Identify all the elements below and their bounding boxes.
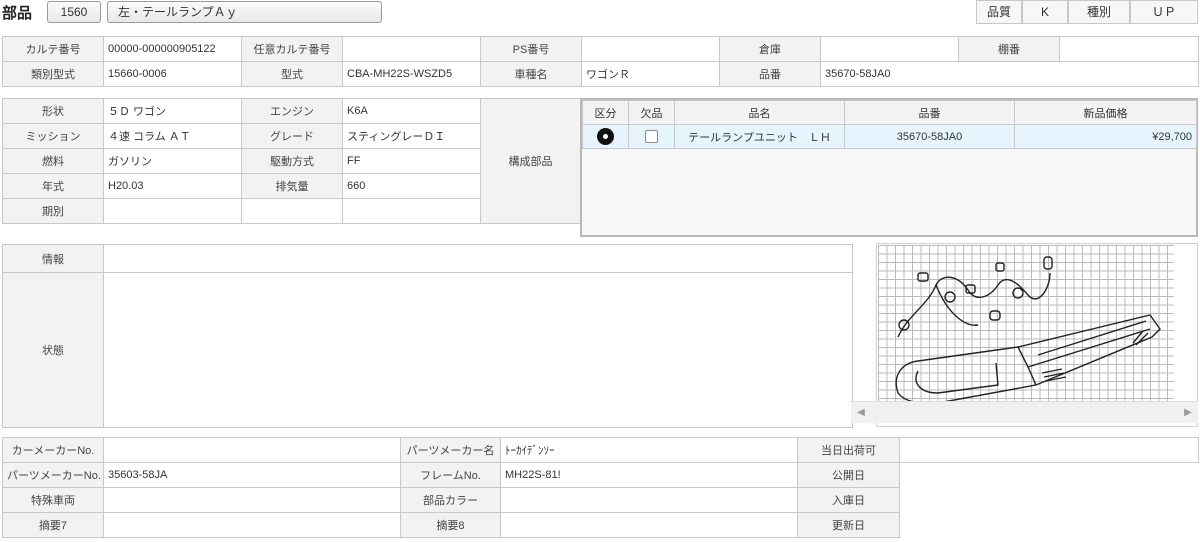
up-button[interactable]: ＵＰ (1130, 0, 1198, 24)
drive-label: 駆動方式 (241, 148, 343, 174)
col-part-name: 品名 (674, 100, 845, 125)
period-value (103, 198, 242, 224)
ship-today-value (899, 437, 1199, 463)
ship-today-label: 当日出荷可 (797, 437, 900, 463)
disc-icon (597, 128, 614, 145)
arrival-date-value (899, 487, 1199, 513)
part-code-box[interactable]: 1560 (47, 1, 101, 23)
special-vehicle-value (103, 487, 401, 513)
part-no-value: 35670-58JA0 (820, 61, 1199, 87)
part-name-box[interactable]: 左・テールランプＡｙ (107, 1, 382, 23)
parts-maker-name-label: パーツメーカー名 (400, 437, 501, 463)
model-label: 型式 (241, 61, 343, 87)
memo8-label: 摘要8 (400, 512, 501, 538)
model-value: CBA-MH22S-WSZD5 (342, 61, 481, 87)
year-label: 年式 (2, 173, 104, 199)
part-color-value (500, 487, 798, 513)
mission-value: ４速 コラム ＡＴ (103, 123, 242, 149)
ps-no-label: PS番号 (480, 36, 582, 62)
image-scrollbar[interactable]: ◀ ▶ (851, 401, 1198, 423)
special-vehicle-label: 特殊車両 (2, 487, 104, 513)
parts-maker-no-label: パーツメーカーNo. (2, 462, 104, 488)
year-value: H20.03 (103, 173, 242, 199)
memo7-label: 摘要7 (2, 512, 104, 538)
arrival-date-label: 入庫日 (797, 487, 900, 513)
part-image-grid (878, 245, 1174, 405)
engine-label: エンジン (241, 98, 343, 124)
shelf-value (1059, 36, 1199, 62)
fuel-value: ガソリン (103, 148, 242, 174)
update-date-label: 更新日 (797, 512, 900, 538)
components-table: 区分 欠品 品名 品番 新品価格 テールランプユニット ＬＨ 35670-58J… (582, 100, 1197, 149)
notes-table: 情報 状態 (2, 244, 853, 428)
col-part-no: 品番 (844, 100, 1015, 125)
spec-table: 形状 ５Ｄ ワゴン エンジン K6A 構成部品 ミッション ４速 コラム ＡＴ … (2, 98, 581, 224)
part-color-label: 部品カラー (400, 487, 501, 513)
displacement-value: 660 (342, 173, 481, 199)
arrow-right-icon[interactable]: ▶ (1178, 402, 1198, 424)
parts-maker-no-value: 35603-58JA (103, 462, 401, 488)
tail-lamp-drawing (895, 256, 1161, 405)
parts-maker-name-value: ﾄｰｶｲﾃﾞﾝｿｰ (500, 437, 798, 463)
class-model-label: 類別型式 (2, 61, 104, 87)
frame-no-label: フレームNo. (400, 462, 501, 488)
class-model-value: 15660-0006 (103, 61, 242, 87)
fuel-label: 燃料 (2, 148, 104, 174)
col-category: 区分 (582, 100, 629, 125)
col-missing: 欠品 (628, 100, 675, 125)
quality-button[interactable]: 品質 (976, 0, 1022, 24)
spec-empty-cell (241, 198, 343, 224)
memo8-value (500, 512, 798, 538)
category-cell (582, 124, 629, 149)
components-panel: 区分 欠品 品名 品番 新品価格 テールランプユニット ＬＨ 35670-58J… (580, 98, 1198, 237)
missing-checkbox[interactable] (645, 130, 658, 143)
page-title: 部品 (2, 5, 33, 22)
info-label: 情報 (2, 244, 104, 273)
info-value[interactable] (103, 244, 853, 273)
karte-info-table: カルテ番号 00000-000000905122 任意カルテ番号 PS番号 倉庫… (2, 36, 1199, 87)
type-button[interactable]: 種別 (1068, 0, 1130, 24)
update-date-value (899, 512, 1199, 538)
component-price: ¥29,700 (1014, 124, 1197, 149)
table-row[interactable]: テールランプユニット ＬＨ 35670-58JA0 ¥29,700 (582, 124, 1197, 149)
car-maker-no-label: カーメーカーNo. (2, 437, 104, 463)
period-label: 期別 (2, 198, 104, 224)
car-name-value: ワゴンＲ (581, 61, 720, 87)
quality-value[interactable]: K (1022, 0, 1068, 24)
any-karte-label: 任意カルテ番号 (241, 36, 343, 62)
karte-no-label: カルテ番号 (2, 36, 104, 62)
bottom-info-table: カーメーカーNo. パーツメーカー名 ﾄｰｶｲﾃﾞﾝｿｰ 当日出荷可 パーツメー… (2, 437, 1199, 538)
public-date-value (899, 462, 1199, 488)
mission-label: ミッション (2, 123, 104, 149)
component-part-no: 35670-58JA0 (844, 124, 1015, 149)
spec-empty-cell (342, 198, 481, 224)
col-new-price: 新品価格 (1014, 100, 1197, 125)
status-label: 状態 (2, 272, 104, 428)
status-value[interactable] (103, 272, 853, 428)
warehouse-label: 倉庫 (719, 36, 821, 62)
components-label: 構成部品 (480, 98, 581, 224)
grade-label: グレード (241, 123, 343, 149)
grade-value: スティングレーＤＩ (342, 123, 481, 149)
drive-value: FF (342, 148, 481, 174)
shelf-label: 棚番 (958, 36, 1060, 62)
displacement-label: 排気量 (241, 173, 343, 199)
frame-no-value: MH22S-81! (500, 462, 798, 488)
missing-cell (628, 124, 675, 149)
karte-no-value: 00000-000000905122 (103, 36, 242, 62)
arrow-left-icon[interactable]: ◀ (851, 402, 871, 424)
component-name: テールランプユニット ＬＨ (674, 124, 845, 149)
any-karte-value (342, 36, 481, 62)
engine-value: K6A (342, 98, 481, 124)
part-no-label: 品番 (719, 61, 821, 87)
car-name-label: 車種名 (480, 61, 582, 87)
warehouse-value (820, 36, 959, 62)
shape-label: 形状 (2, 98, 104, 124)
car-maker-no-value (103, 437, 401, 463)
memo7-value (103, 512, 401, 538)
shape-value: ５Ｄ ワゴン (103, 98, 242, 124)
public-date-label: 公開日 (797, 462, 900, 488)
ps-no-value (581, 36, 720, 62)
